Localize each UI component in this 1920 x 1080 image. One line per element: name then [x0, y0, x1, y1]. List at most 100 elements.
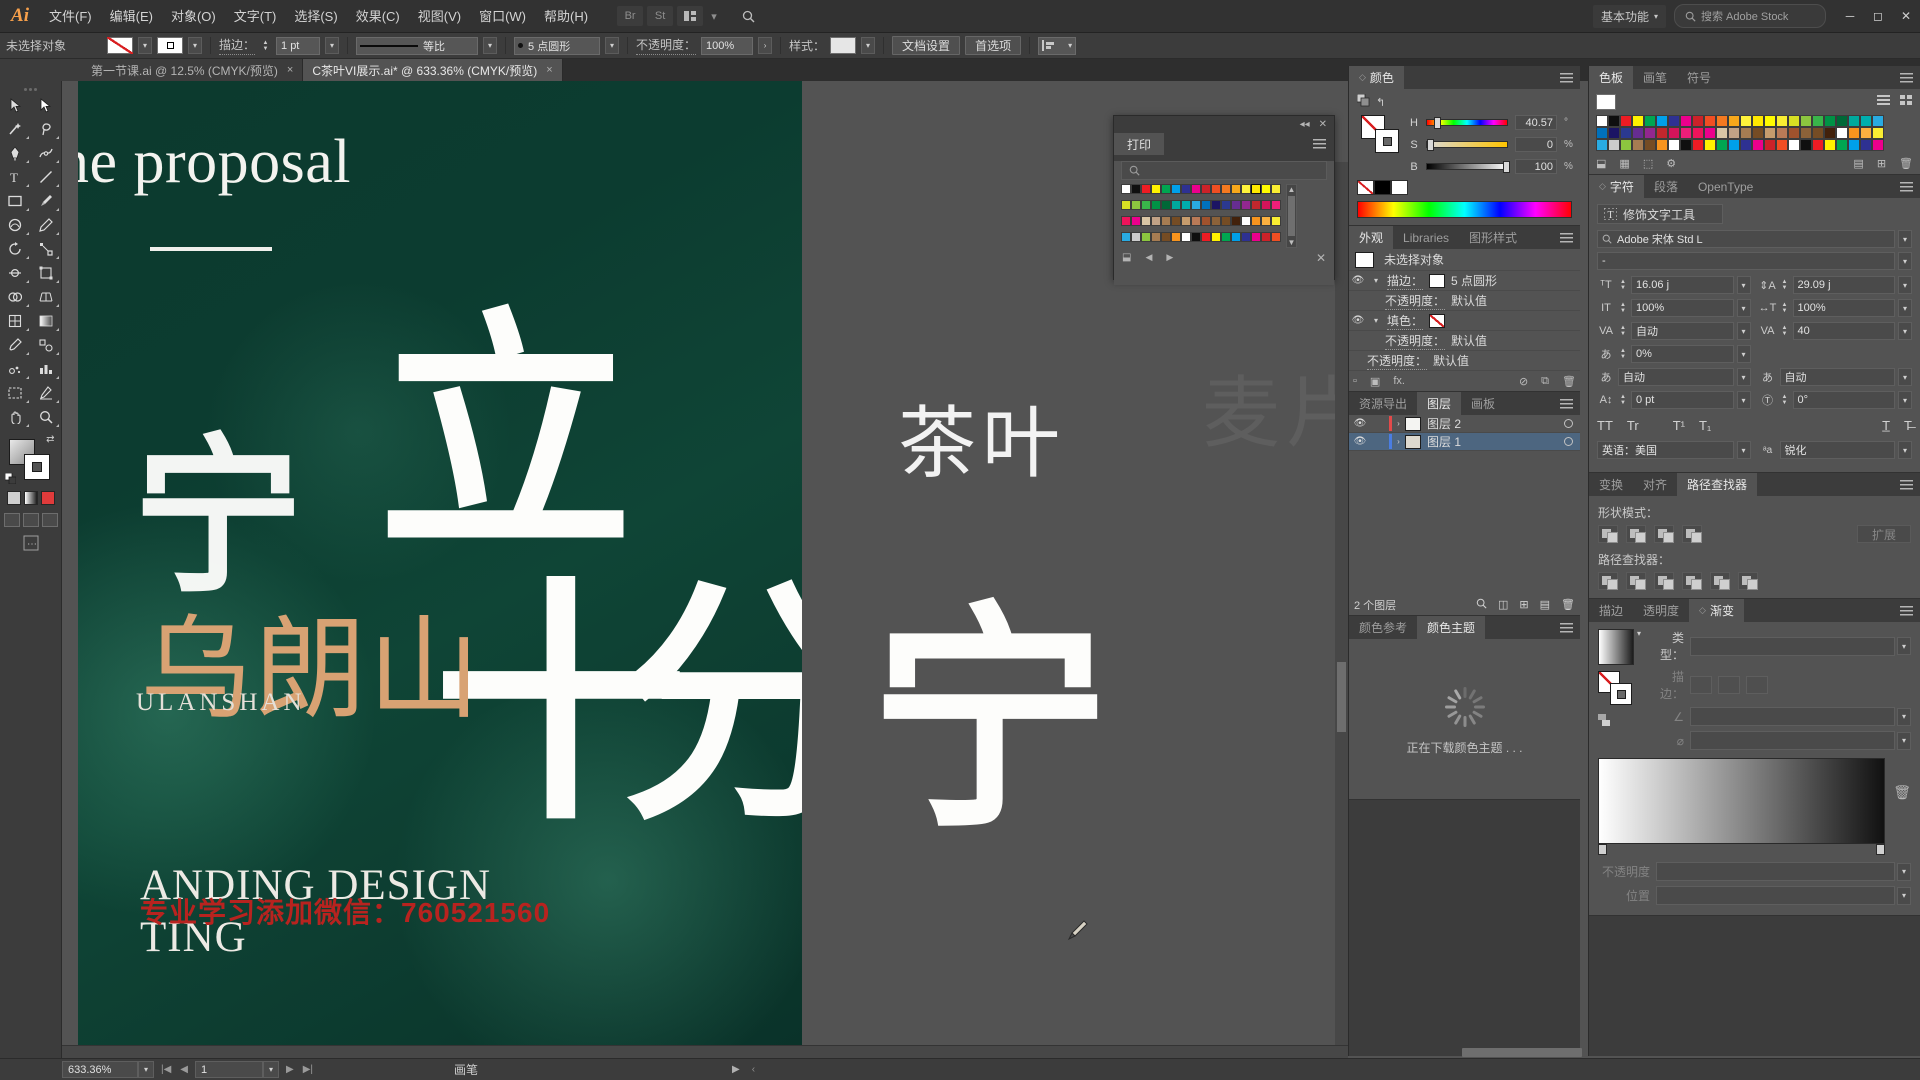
- tab-paragraph[interactable]: 段落: [1643, 175, 1688, 198]
- gradient-opacity-dropdown-icon[interactable]: ▾: [1897, 862, 1911, 881]
- panel-menu-icon[interactable]: [1560, 616, 1580, 639]
- gradient-opacity-field[interactable]: [1656, 862, 1895, 881]
- layer-target-indicator[interactable]: [1564, 419, 1573, 428]
- hsb-slider-s[interactable]: S 0 %: [1409, 137, 1573, 152]
- panel-menu-icon[interactable]: [1313, 133, 1334, 155]
- all-caps-button[interactable]: TT: [1597, 418, 1613, 433]
- add-fill-icon[interactable]: ▣: [1370, 375, 1380, 388]
- dock-swatch-cell[interactable]: [1680, 127, 1692, 139]
- appearance-stroke-opacity-label[interactable]: 不透明度：: [1385, 292, 1446, 310]
- tab-transparency[interactable]: 透明度: [1633, 599, 1690, 622]
- font-family-dropdown-icon[interactable]: ▾: [1898, 230, 1912, 248]
- swatch-cell[interactable]: [1271, 184, 1281, 194]
- swatch-cell[interactable]: [1141, 184, 1151, 194]
- color-swatch-button[interactable]: [6, 491, 21, 505]
- swatch-cell[interactable]: [1201, 200, 1211, 210]
- magic-wand-tool[interactable]: [0, 117, 31, 141]
- swatch-cell[interactable]: [1151, 232, 1161, 242]
- dock-swatch-cell[interactable]: [1680, 139, 1692, 151]
- dock-swatch-cell[interactable]: [1716, 115, 1728, 127]
- dock-swatch-cell[interactable]: [1704, 139, 1716, 151]
- column-graph-tool[interactable]: [31, 357, 62, 381]
- horizontal-scale-value[interactable]: 100%: [1792, 299, 1895, 317]
- font-size-stepper[interactable]: ▲ ▼: [1618, 279, 1628, 291]
- antialias-value[interactable]: 锐化: [1779, 441, 1895, 459]
- gradient-location-dropdown-icon[interactable]: ▾: [1897, 886, 1911, 905]
- menu-effect[interactable]: 效果(C): [347, 0, 409, 33]
- language-control[interactable]: 英语：美国 ▾: [1597, 441, 1751, 459]
- slider-track-h[interactable]: [1426, 117, 1508, 129]
- swatch-cell[interactable]: [1211, 232, 1221, 242]
- dock-swatch-cell[interactable]: [1608, 127, 1620, 139]
- toolbox-stroke-swatch[interactable]: [23, 454, 50, 480]
- swatch-cell[interactable]: [1211, 216, 1221, 226]
- baseline-pct-control[interactable]: あ ▲ ▼ 0% ▾: [1597, 345, 1751, 363]
- dock-swatch-cell[interactable]: [1848, 139, 1860, 151]
- shaper-tool[interactable]: [0, 213, 31, 237]
- baseline-pct-stepper[interactable]: ▲ ▼: [1618, 348, 1628, 360]
- full-screen-mode-button[interactable]: [41, 513, 58, 527]
- mini-swatch-none[interactable]: [1357, 180, 1374, 195]
- dock-swatch-cell[interactable]: [1716, 139, 1728, 151]
- swap-fill-stroke-icon[interactable]: ⇄: [46, 434, 54, 445]
- tab-color[interactable]: ◇ 颜色: [1349, 66, 1404, 89]
- document-tab-1[interactable]: 第一节课.ai @ 12.5% (CMYK/预览) ×: [82, 59, 304, 81]
- slice-tool[interactable]: [31, 381, 62, 405]
- dock-swatch-cell[interactable]: [1668, 139, 1680, 151]
- menu-file[interactable]: 文件(F): [40, 0, 101, 33]
- artboard-tool[interactable]: [0, 381, 31, 405]
- swatch-cell[interactable]: [1191, 232, 1201, 242]
- right-spacing-value[interactable]: 自动: [1779, 368, 1895, 386]
- left-spacing-dropdown-icon[interactable]: ▾: [1736, 368, 1751, 386]
- free-transform-tool[interactable]: [31, 261, 62, 285]
- expand-layer-icon[interactable]: ›: [1392, 419, 1405, 428]
- delete-layer-icon[interactable]: 🗑: [1561, 598, 1575, 612]
- toolbox-grip[interactable]: [0, 85, 61, 93]
- gradient-location-field[interactable]: [1656, 886, 1895, 905]
- swatch-cell[interactable]: [1241, 184, 1251, 194]
- fill-dropdown-icon[interactable]: ▾: [138, 37, 152, 54]
- stroke-dropdown-icon[interactable]: ▾: [188, 37, 202, 54]
- dock-swatch-cell[interactable]: [1704, 127, 1716, 139]
- layer-target-indicator[interactable]: [1564, 437, 1573, 446]
- slider-track-b[interactable]: [1426, 161, 1510, 173]
- minus-back-icon[interactable]: [1738, 572, 1758, 590]
- tracking-control[interactable]: VA ▲ ▼ 40 ▾: [1759, 322, 1912, 340]
- color-groups-icon[interactable]: ⬚: [1643, 157, 1653, 170]
- symbol-sprayer-tool[interactable]: [0, 357, 31, 381]
- dock-swatch-cell[interactable]: [1764, 115, 1776, 127]
- gradient-type-dropdown-icon[interactable]: ▾: [1897, 637, 1911, 655]
- swatch-cell[interactable]: [1141, 216, 1151, 226]
- stroke-weight-stepper[interactable]: ▲ ▼: [260, 37, 271, 55]
- dock-swatch-cell[interactable]: [1764, 139, 1776, 151]
- dock-swatch-cell[interactable]: [1824, 127, 1836, 139]
- eyedropper-tool[interactable]: [0, 333, 31, 357]
- gradient-across-stroke-icon[interactable]: [1746, 676, 1768, 694]
- tab-appearance[interactable]: 外观: [1349, 226, 1394, 249]
- dock-swatch-cell[interactable]: [1596, 139, 1608, 151]
- swatch-cell[interactable]: [1261, 216, 1271, 226]
- slider-value-b[interactable]: 100: [1515, 159, 1557, 174]
- visibility-eye-icon[interactable]: 👁: [1351, 315, 1365, 326]
- leading-dropdown-icon[interactable]: ▾: [1898, 276, 1912, 294]
- swatch-cell[interactable]: [1261, 232, 1271, 242]
- dock-swatch-cell[interactable]: [1704, 115, 1716, 127]
- curvature-tool[interactable]: [31, 141, 62, 165]
- language-dropdown-icon[interactable]: ▾: [1736, 441, 1751, 459]
- grid-view-icon[interactable]: [1900, 95, 1913, 109]
- tab-brushes[interactable]: 画笔: [1633, 66, 1678, 89]
- dock-swatch-cell[interactable]: [1608, 115, 1620, 127]
- color-stroke-swatch[interactable]: [1375, 129, 1399, 153]
- delete-gradient-stop-icon[interactable]: 🗑: [1893, 784, 1911, 801]
- baseline-pct-value[interactable]: 0%: [1631, 345, 1734, 363]
- dock-swatch-cell[interactable]: [1644, 115, 1656, 127]
- dock-swatch-cell[interactable]: [1860, 127, 1872, 139]
- appearance-stroke-swatch[interactable]: [1429, 273, 1446, 288]
- menu-window[interactable]: 窗口(W): [470, 0, 535, 33]
- panel-menu-icon[interactable]: [1900, 175, 1920, 198]
- duplicate-item-icon[interactable]: ⧉: [1541, 375, 1549, 388]
- full-screen-menu-mode-button[interactable]: [22, 513, 39, 527]
- expand-button[interactable]: 扩展: [1856, 525, 1911, 543]
- dock-swatch-cell[interactable]: [1860, 115, 1872, 127]
- tab-layers[interactable]: 图层: [1417, 392, 1462, 415]
